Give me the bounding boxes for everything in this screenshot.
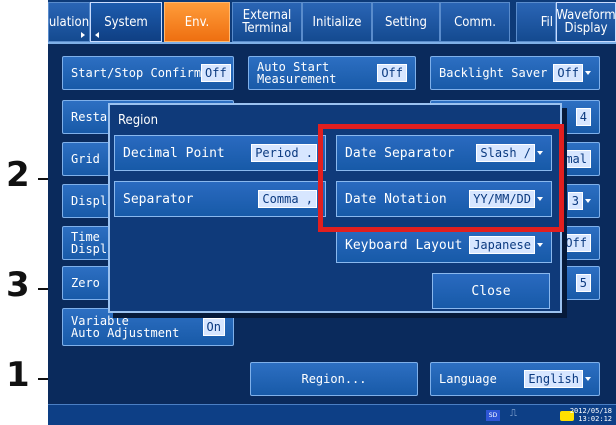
backlight-value: Off <box>553 64 583 82</box>
tab-label: Initialize <box>312 14 362 30</box>
tab-file[interactable]: Fil <box>516 2 556 42</box>
keyboard-layout-value: Japanese <box>469 236 535 254</box>
dropdown-arrow-icon <box>537 243 543 247</box>
tab-external-terminal[interactable]: External Terminal <box>232 2 302 42</box>
decimal-point-value: Period . <box>251 144 317 162</box>
separator-value: Comma , <box>258 190 317 208</box>
sd-card-icon: SD <box>486 410 500 421</box>
arrow-right-icon <box>81 32 85 38</box>
dialog-title: Region <box>118 113 158 128</box>
device-screen: ulation System Env. External Terminal In… <box>48 0 616 425</box>
tab-label: Waveform Display <box>556 8 616 36</box>
tab-waveform-display[interactable]: Waveform Display <box>556 2 616 42</box>
tab-label: Comm. <box>454 14 496 30</box>
region-button-label: Region... <box>301 372 367 386</box>
status-date: 2012/05/18 <box>569 407 612 415</box>
variable-auto-adjustment-button[interactable]: Variable Auto Adjustment On <box>62 308 234 346</box>
tab-calculation[interactable]: ulation <box>48 2 90 42</box>
tab-label: ulation <box>48 14 90 30</box>
tab-bar: ulation System Env. External Terminal In… <box>48 0 616 44</box>
callout-1: 1 <box>6 355 30 395</box>
auto-start-value: Off <box>377 64 407 82</box>
callout-3: 3 <box>6 265 30 305</box>
variable-label: Variable Auto Adjustment <box>71 314 180 340</box>
tab-label: Setting <box>385 14 427 30</box>
status-bar: SD ⎍ 2012/05/18 13:02:12 <box>48 404 616 425</box>
keyboard-layout-button[interactable]: Keyboard Layout Japanese <box>336 227 552 263</box>
separator-button[interactable]: Separator Comma , <box>114 181 326 217</box>
tab-setting[interactable]: Setting <box>372 2 440 42</box>
arrow-left-icon <box>95 32 99 38</box>
status-time: 13:02:12 <box>578 415 612 423</box>
highlight-box <box>318 124 564 232</box>
tab-initialize[interactable]: Initialize <box>302 2 372 42</box>
close-button[interactable]: Close <box>432 273 550 309</box>
status-datetime: 2012/05/18 13:02:12 <box>570 407 612 423</box>
backlight-label: Backlight Saver <box>439 66 548 80</box>
off2-value: Off <box>561 234 591 252</box>
language-value: English <box>524 370 583 388</box>
start-stop-label: Start/Stop Confirm <box>71 66 202 80</box>
variable-value: On <box>202 318 225 336</box>
auto-start-measurement-button[interactable]: Auto Start Measurement Off <box>248 56 416 90</box>
close-button-label: Close <box>471 283 511 299</box>
decimal-point-label: Decimal Point <box>123 145 225 161</box>
tab-system[interactable]: System <box>90 2 162 42</box>
decimal-point-button[interactable]: Decimal Point Period . <box>114 135 326 171</box>
s4-value: 4 <box>575 108 591 126</box>
keyboard-layout-label: Keyboard Layout <box>345 237 463 253</box>
separator-label: Separator <box>123 191 194 207</box>
dropdown-arrow-icon <box>585 199 591 203</box>
start-stop-value: Off <box>201 64 231 82</box>
callout-2: 2 <box>6 155 30 195</box>
dropdown-arrow-icon <box>585 377 591 381</box>
region-button[interactable]: Region... <box>250 362 418 396</box>
language-label: Language <box>439 372 497 386</box>
backlight-saver-button[interactable]: Backlight Saver Off <box>430 56 600 90</box>
tab-label: Fil <box>540 14 553 30</box>
tab-comm[interactable]: Comm. <box>440 2 510 42</box>
start-stop-confirm-button[interactable]: Start/Stop Confirm Off <box>62 56 234 90</box>
auto-start-label: Auto Start Measurement <box>257 60 337 86</box>
tab-env[interactable]: Env. <box>164 2 230 42</box>
usb-icon: ⎍ <box>510 408 517 419</box>
tab-label: System <box>104 14 148 30</box>
language-button[interactable]: Language English <box>430 362 600 396</box>
d3-value: 3 <box>567 192 583 210</box>
tab-label: Env. <box>184 14 210 30</box>
dropdown-arrow-icon <box>585 71 591 75</box>
five-value: 5 <box>575 274 591 292</box>
tab-label: External Terminal <box>242 8 292 36</box>
